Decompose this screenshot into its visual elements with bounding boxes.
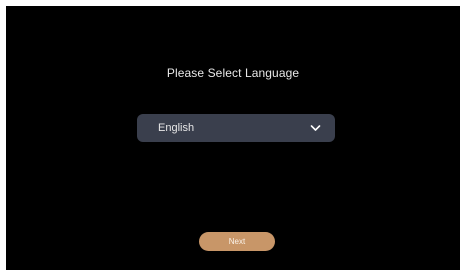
language-select-value: English xyxy=(158,122,195,134)
page-title: Please Select Language xyxy=(166,66,300,80)
language-select[interactable]: English xyxy=(137,114,335,142)
setup-screen: Please Select Language English Next xyxy=(6,6,460,270)
chevron-down-icon xyxy=(309,122,321,134)
next-button[interactable]: Next xyxy=(199,232,275,251)
